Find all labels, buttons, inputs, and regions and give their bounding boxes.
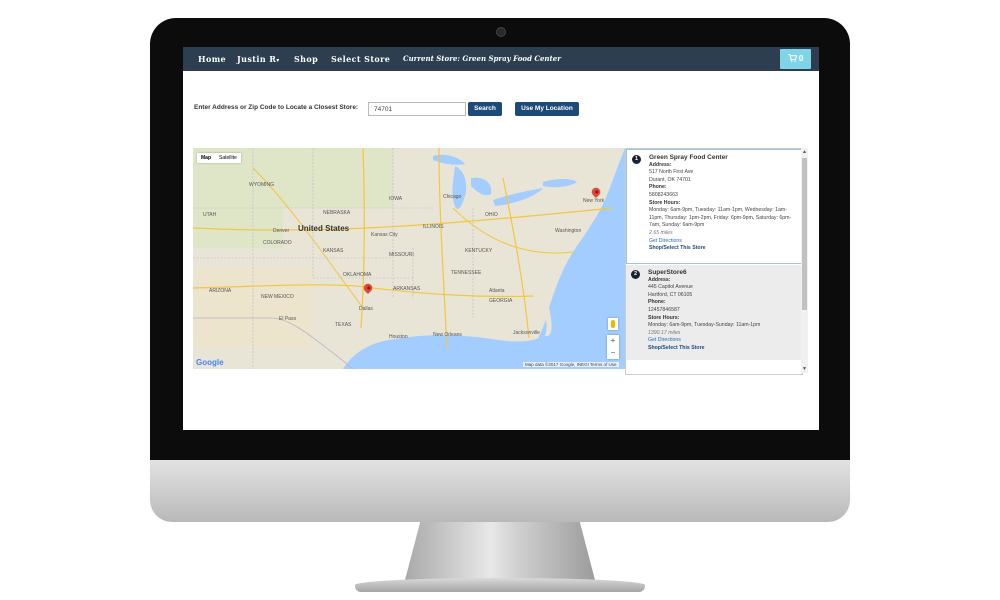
map-label-denver: Denver <box>273 228 290 234</box>
map-label-oklahoma: OKLAHOMA <box>343 272 372 278</box>
current-store-label: Current Store: Green Spray Food Center <box>403 54 561 63</box>
scrollbar-thumb[interactable] <box>802 158 807 310</box>
map-label-georgia: GEORGIA <box>489 298 513 304</box>
map-label-kansas: KANSAS <box>323 248 344 254</box>
chevron-down-icon: ▾ <box>276 57 280 64</box>
nav-select-store[interactable]: Select Store <box>331 47 390 71</box>
map-label-texas: TEXAS <box>335 322 352 328</box>
cart-button[interactable]: 0 <box>780 49 811 69</box>
hours-label: Store Hours: <box>648 314 680 321</box>
google-logo: Google <box>196 358 224 367</box>
phone-label: Phone: <box>649 184 667 191</box>
zoom-control: + − <box>607 335 619 359</box>
search-button[interactable]: Search <box>468 102 502 116</box>
street-view-pegman-icon[interactable] <box>608 318 618 330</box>
scroll-up-arrow-icon[interactable]: ▲ <box>801 148 808 156</box>
map-label-wyoming: WYOMING <box>249 182 274 188</box>
map-label-washington: Washington <box>555 228 582 234</box>
map-label-arkansas: ARKANSAS <box>393 286 421 292</box>
use-my-location-button[interactable]: Use My Location <box>515 102 579 116</box>
monitor-chin <box>150 460 850 522</box>
zoom-out-button[interactable]: − <box>607 347 619 359</box>
map-type-toggle[interactable]: Map Satellite <box>197 153 241 163</box>
store-name: Green Spray Food Center <box>649 154 728 161</box>
map-label-iowa: IOWA <box>389 196 403 202</box>
select-store-link[interactable]: Shop/Select This Store <box>648 345 798 353</box>
map-label-atlanta: Atlanta <box>489 288 505 294</box>
zip-input[interactable] <box>368 102 466 116</box>
store-card-2: 2 SuperStore6 Address: 445 Capitol Avenu… <box>626 265 802 360</box>
store-details: Green Spray Food Center Address: 517 Nor… <box>649 154 799 253</box>
address-line-2: Durant, OK 74701 <box>649 176 691 183</box>
map-label-illinois: ILLINOIS <box>423 224 444 230</box>
store-details: SuperStore6 Address: 445 Capitol Avenue … <box>648 269 798 353</box>
map-label-utah: UTAH <box>203 212 217 218</box>
search-label: Enter Address or Zip Code to Locate a Cl… <box>194 104 359 111</box>
map-label-kansas-city: Kansas City <box>371 232 398 238</box>
store-name: SuperStore6 <box>648 269 687 276</box>
monitor-stand-foot <box>355 578 645 592</box>
cart-count: 0 <box>798 54 804 63</box>
store-list-scrollbar[interactable]: ▲ ▼ <box>801 148 808 373</box>
distance-value: 1390.17 miles <box>648 329 681 336</box>
store-map[interactable]: Map Satellite United States WYOMING NEBRA… <box>193 148 625 369</box>
map-label-kentucky: KENTUCKY <box>465 248 493 254</box>
phone-value: 5808243663 <box>649 191 678 198</box>
map-label-new-york: New York <box>583 198 605 204</box>
select-store-link[interactable]: Shop/Select This Store <box>649 245 799 253</box>
map-label-new-mexico: NEW MEXICO <box>261 294 294 300</box>
hours-value: Monday: 6am-9pm, Tuesday: 11am-1pm, Wedn… <box>649 207 792 229</box>
top-navbar: Home Justin R▾ Shop Select Store Current… <box>183 47 819 71</box>
phone-value: 12457846587 <box>648 306 680 313</box>
map-type-satellite[interactable]: Satellite <box>215 153 241 163</box>
nav-home[interactable]: Home <box>198 47 226 71</box>
get-directions-link[interactable]: Get Directions <box>649 238 799 246</box>
map-label-colorado: COLORADO <box>263 240 292 246</box>
nav-user-menu[interactable]: Justin R▾ <box>237 47 280 71</box>
map-label-houston: Houston <box>389 334 408 340</box>
map-label-missouri: MISSOURI <box>389 252 414 258</box>
distance-value: 2.65 miles <box>649 229 673 236</box>
map-type-map[interactable]: Map <box>197 153 215 163</box>
map-label-ohio: OHIO <box>485 212 498 218</box>
map-label-jacksonville: Jacksonville <box>513 330 540 336</box>
get-directions-link[interactable]: Get Directions <box>648 337 798 345</box>
map-label-chicago: Chicago <box>443 194 462 200</box>
scroll-down-arrow-icon[interactable]: ▼ <box>801 365 808 373</box>
map-label-new-orleans: New Orleans <box>433 332 462 338</box>
zoom-in-button[interactable]: + <box>607 335 619 347</box>
map-label-country: United States <box>298 224 350 233</box>
nav-shop[interactable]: Shop <box>294 47 318 71</box>
monitor-stand-neck <box>405 522 595 580</box>
hours-label: Store Hours: <box>649 199 681 206</box>
map-label-tennessee: TENNESSEE <box>451 270 482 276</box>
webcam <box>496 27 506 37</box>
store-number-badge: 1 <box>632 155 641 164</box>
address-line-2: Hartford, CT 06105 <box>648 291 693 298</box>
store-card-1: 1 Green Spray Food Center Address: 517 N… <box>626 149 802 264</box>
hours-value: Monday: 6am-9pm, Tuesday-Sunday: 11am-1p… <box>648 322 761 329</box>
map-label-el-paso: El Paso <box>279 316 297 322</box>
address-label: Address: <box>648 276 671 283</box>
map-label-arizona: ARIZONA <box>209 288 232 294</box>
address-line-1: 517 North First Ave <box>649 169 694 176</box>
map-label-nebraska: NEBRASKA <box>323 210 351 216</box>
map-label-dallas: Dallas <box>359 306 373 312</box>
screen: Home Justin R▾ Shop Select Store Current… <box>183 47 819 430</box>
store-number-badge: 2 <box>631 270 640 279</box>
address-line-1: 445 Capitol Avenue <box>648 284 693 291</box>
phone-label: Phone: <box>648 299 666 306</box>
cart-icon <box>787 54 797 62</box>
store-list: 1 Green Spray Food Center Address: 517 N… <box>625 148 803 375</box>
address-label: Address: <box>649 161 672 168</box>
nav-user-name: Justin R <box>237 54 277 64</box>
map-attribution[interactable]: Map data ©2017 Google, INEGI Terms of Us… <box>523 362 619 367</box>
